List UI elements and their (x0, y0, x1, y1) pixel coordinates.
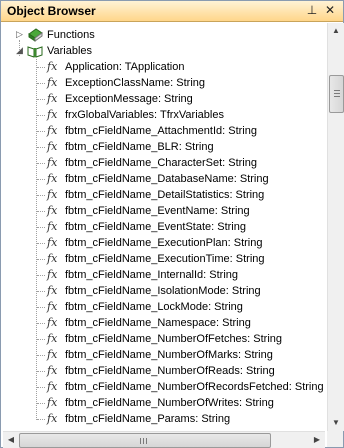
tree-node-variable[interactable]: fx fbtm_cFieldName_AttachmentId: String (3, 123, 323, 139)
tree-node-variable[interactable]: fx frxGlobalVariables: TfrxVariables (3, 107, 323, 123)
function-variable-icon: fx (47, 172, 58, 185)
tree-node-label: fbtm_cFieldName_NumberOfWrites: String (65, 397, 274, 409)
grip-line (146, 438, 147, 444)
tree-node-label: fbtm_cFieldName_Namespace: String (65, 317, 251, 329)
function-variable-icon: fx (47, 92, 58, 105)
tree-node-variable[interactable]: fx fbtm_cFieldName_EventName: String (3, 203, 323, 219)
tree-node-variable[interactable]: fx fbtm_cFieldName_NumberOfReads: String (3, 363, 323, 379)
grip-line (140, 438, 141, 444)
scroll-left-icon[interactable]: ◀ (3, 432, 19, 448)
tree-node-variable[interactable]: fx fbtm_cFieldName_NumberOfWrites: String (3, 395, 323, 411)
tree-node-label: fbtm_cFieldName_Params: String (65, 413, 231, 425)
function-variable-icon: fx (47, 156, 58, 169)
tree-node-label: fbtm_cFieldName_EventState: String (65, 221, 246, 233)
title-bar[interactable]: Object Browser ⊥ ✕ (1, 1, 343, 22)
tree-node-label: ExceptionMessage: String (65, 93, 193, 105)
grip-line (334, 96, 340, 97)
function-variable-icon: fx (47, 412, 58, 425)
open-book-icon (27, 46, 43, 58)
tree-node-label: fbtm_cFieldName_CharacterSet: String (65, 157, 257, 169)
tree-node-label: Application: TApplication (65, 61, 185, 73)
function-variable-icon: fx (47, 268, 58, 281)
tree-node-label: ExceptionClassName: String (65, 77, 206, 89)
tree-node-label: Variables (47, 45, 93, 57)
tree-node-label: Functions (47, 29, 95, 41)
tree-node-variable[interactable]: fx fbtm_cFieldName_NumberOfMarks: String (3, 347, 323, 363)
tree-node-variable[interactable]: fx fbtm_cFieldName_ExecutionPlan: String (3, 235, 323, 251)
object-browser-window: Object Browser ⊥ ✕ ▷ Functions ◢ Variabl… (0, 0, 344, 448)
tree-node-label: fbtm_cFieldName_DetailStatistics: String (65, 189, 265, 201)
function-variable-icon: fx (47, 300, 58, 313)
grip-line (143, 438, 144, 444)
pin-icon[interactable]: ⊥ (305, 3, 319, 17)
tree-node-variable[interactable]: fx fbtm_cFieldName_BLR: String (3, 139, 323, 155)
tree-node-label: fbtm_cFieldName_NumberOfRecordsFetched: … (65, 381, 324, 393)
function-variable-icon: fx (47, 236, 58, 249)
tree-node-variable[interactable]: fx fbtm_cFieldName_LockMode: String (3, 299, 323, 315)
scroll-up-icon[interactable]: ▲ (328, 23, 344, 39)
tree-node-variable[interactable]: fx fbtm_cFieldName_ExecutionTime: String (3, 251, 323, 267)
function-variable-icon: fx (47, 60, 58, 73)
green-book-icon (28, 28, 43, 42)
function-variable-icon: fx (47, 316, 58, 329)
tree-node-label: fbtm_cFieldName_EventName: String (65, 205, 250, 217)
tree-node-label: fbtm_cFieldName_NumberOfFetches: String (65, 333, 283, 345)
tree-node-variable[interactable]: fx fbtm_cFieldName_DetailStatistics: Stri… (3, 187, 323, 203)
tree-node-variables[interactable]: ◢ Variables (3, 43, 303, 59)
function-variable-icon: fx (47, 188, 58, 201)
vertical-scroll-thumb[interactable] (329, 75, 344, 113)
function-variable-icon: fx (47, 76, 58, 89)
scroll-down-icon[interactable]: ▼ (328, 415, 344, 431)
function-variable-icon: fx (47, 140, 58, 153)
function-variable-icon: fx (47, 396, 58, 409)
function-variable-icon: fx (47, 252, 58, 265)
tree-node-label: fbtm_cFieldName_ExecutionTime: String (65, 253, 265, 265)
tree-node-variable[interactable]: fx fbtm_cFieldName_CharacterSet: String (3, 155, 323, 171)
tree-node-functions[interactable]: ▷ Functions (3, 27, 303, 43)
tree-node-variable[interactable]: fx fbtm_cFieldName_Namespace: String (3, 315, 323, 331)
function-variable-icon: fx (47, 380, 58, 393)
tree-node-variable[interactable]: fx fbtm_cFieldName_InternalId: String (3, 267, 323, 283)
tree-node-variable[interactable]: fx fbtm_cFieldName_DatabaseName: String (3, 171, 323, 187)
tree-node-variable[interactable]: fx fbtm_cFieldName_Params: String (3, 411, 323, 427)
function-variable-icon: fx (47, 332, 58, 345)
window-title: Object Browser (7, 4, 96, 18)
tree-node-label: fbtm_cFieldName_IsolationMode: String (65, 285, 261, 297)
collapse-arrow-icon[interactable]: ◢ (15, 46, 24, 55)
scrollbar-corner (327, 431, 343, 447)
tree-node-variable[interactable]: fx ExceptionMessage: String (3, 91, 323, 107)
tree-node-label: fbtm_cFieldName_NumberOfReads: String (65, 365, 275, 377)
tree-node-label: fbtm_cFieldName_DatabaseName: String (65, 173, 269, 185)
tree-node-variable[interactable]: fx fbtm_cFieldName_EventState: String (3, 219, 323, 235)
horizontal-scroll-thumb[interactable] (19, 433, 271, 448)
tree-node-label: fbtm_cFieldName_ExecutionPlan: String (65, 237, 263, 249)
tree-node-variable[interactable]: fx fbtm_cFieldName_NumberOfFetches: Strin… (3, 331, 323, 347)
function-variable-icon: fx (47, 348, 58, 361)
vertical-scrollbar[interactable]: ▲ ▼ (327, 23, 344, 431)
grip-line (334, 93, 340, 94)
function-variable-icon: fx (47, 108, 58, 121)
function-variable-icon: fx (47, 204, 58, 217)
tree-node-label: fbtm_cFieldName_NumberOfMarks: String (65, 349, 273, 361)
object-tree: ▷ Functions ◢ Variables fx Application: T… (3, 23, 325, 431)
scroll-right-icon[interactable]: ▶ (309, 432, 325, 448)
tree-node-variable[interactable]: fx fbtm_cFieldName_NumberOfRecordsFetched… (3, 379, 324, 395)
tree-node-variable[interactable]: fx Application: TApplication (3, 59, 323, 75)
function-variable-icon: fx (47, 284, 58, 297)
tree-node-variable[interactable]: fx fbtm_cFieldName_IsolationMode: String (3, 283, 323, 299)
tree-node-label: fbtm_cFieldName_BLR: String (65, 141, 214, 153)
function-variable-icon: fx (47, 220, 58, 233)
close-icon[interactable]: ✕ (323, 3, 337, 17)
horizontal-scrollbar[interactable]: ◀ ▶ (3, 431, 325, 448)
tree-node-label: fbtm_cFieldName_LockMode: String (65, 301, 243, 313)
tree-node-label: fbtm_cFieldName_InternalId: String (65, 269, 239, 281)
tree-node-label: frxGlobalVariables: TfrxVariables (65, 109, 224, 121)
expand-arrow-icon[interactable]: ▷ (15, 30, 24, 39)
grip-line (334, 90, 340, 91)
tree-node-label: fbtm_cFieldName_AttachmentId: String (65, 125, 257, 137)
tree-node-variable[interactable]: fx ExceptionClassName: String (3, 75, 323, 91)
function-variable-icon: fx (47, 364, 58, 377)
function-variable-icon: fx (47, 124, 58, 137)
